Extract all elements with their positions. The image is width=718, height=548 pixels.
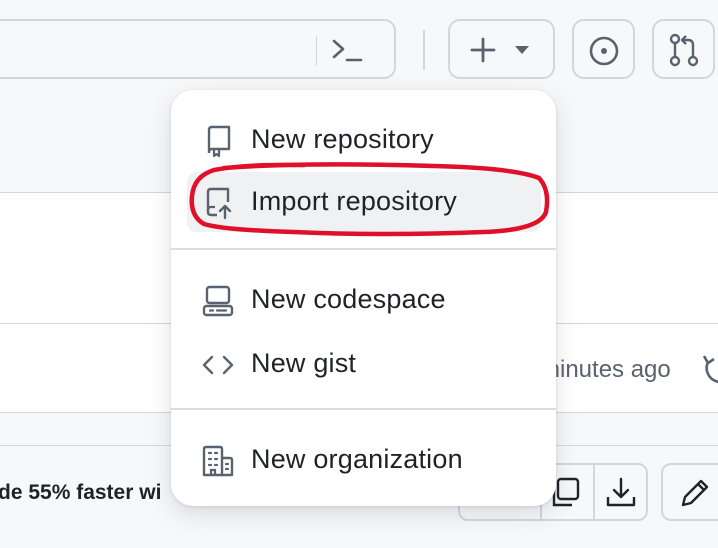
menu-item-new-codespace[interactable]: New codespace [171, 270, 556, 330]
plus-icon [470, 37, 496, 63]
commit-time: minutes ago [540, 356, 671, 383]
edit-file-button[interactable] [661, 463, 718, 521]
search-input[interactable] [0, 19, 396, 79]
code-icon [202, 355, 234, 375]
download-icon[interactable] [603, 475, 639, 511]
history-icon[interactable] [700, 348, 718, 388]
repo-push-icon [206, 187, 232, 220]
menu-divider [171, 408, 556, 410]
menu-item-label: New repository [251, 124, 434, 154]
promo-text: de 55% faster wi [0, 481, 162, 504]
create-new-button[interactable] [448, 19, 555, 79]
button-separator [593, 465, 595, 519]
terminal-icon[interactable] [330, 33, 366, 67]
pencil-icon [681, 479, 709, 507]
git-pull-request-icon [669, 33, 699, 67]
menu-item-import-repository[interactable]: Import repository [187, 172, 541, 232]
triangle-down-icon [515, 46, 529, 54]
organization-icon [202, 445, 234, 477]
pull-requests-button[interactable] [652, 19, 715, 79]
menu-item-label: New gist [251, 348, 357, 378]
menu-item-label: New organization [251, 444, 463, 474]
codespaces-icon [202, 285, 234, 317]
menu-divider [171, 248, 556, 250]
menu-item-new-organization[interactable]: New organization [171, 430, 556, 490]
menu-item-new-repository[interactable]: New repository [171, 110, 556, 170]
repo-icon [207, 125, 231, 158]
menu-item-new-gist[interactable]: New gist [171, 334, 556, 394]
menu-item-label: New codespace [251, 284, 446, 314]
create-new-menu: New repository Import repository New cod… [171, 90, 556, 506]
issues-button[interactable] [572, 19, 635, 79]
issue-opened-icon [589, 36, 619, 66]
page: minutes ago de 55% faster wi New reposit… [0, 0, 718, 548]
menu-item-label: Import repository [251, 186, 457, 216]
header-separator [423, 30, 425, 70]
search-divider [316, 36, 317, 66]
